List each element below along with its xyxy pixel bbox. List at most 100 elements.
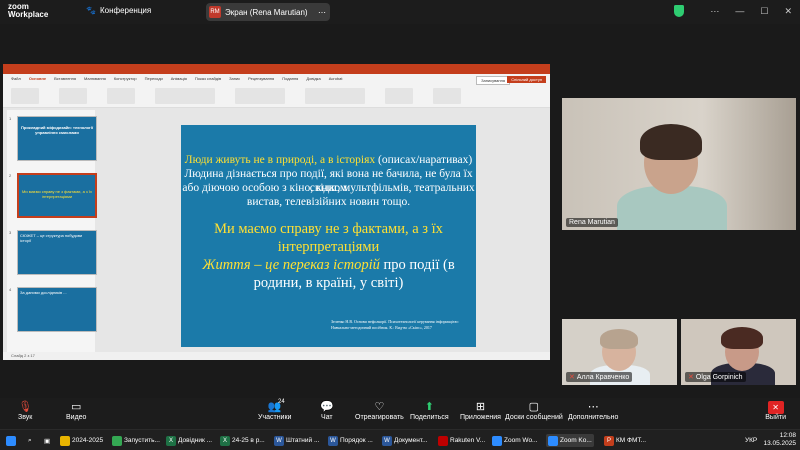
slide-thumbnail[interactable]: За даними дослідників ...	[17, 287, 97, 332]
ppt-record-button[interactable]: Записування	[476, 76, 510, 85]
ribbon-group[interactable]	[305, 88, 365, 104]
video-tile-olga[interactable]: ✕ Olga Gorpinich	[681, 319, 796, 385]
participants-label: Участники	[258, 414, 292, 421]
apps-button[interactable]: ⊞ Приложения	[460, 401, 501, 421]
ppt-tab[interactable]: Показ слайдів	[195, 76, 221, 81]
video-tile-alla[interactable]: ✕ Алла Кравченко	[562, 319, 677, 385]
taskbar-item[interactable]: Rakuten V...	[438, 434, 485, 447]
thumbnail-text: Прикладний міфодизайн: технології управл…	[21, 125, 93, 135]
slide-thumbnails-panel: 1 Прикладний міфодизайн: технології упра…	[7, 110, 97, 352]
taskbar-item[interactable]: 2024-2025	[60, 434, 103, 447]
start-button[interactable]	[6, 434, 16, 447]
slide-thumbnail-selected[interactable]: Ми маємо справу не з фактами, а з їх інт…	[17, 173, 97, 218]
chat-button[interactable]: 💬 Чат	[320, 401, 334, 421]
ppt-tab[interactable]: Конструктор	[114, 76, 137, 81]
more-icon[interactable]: ⋯	[318, 8, 326, 17]
search-button[interactable]: ⌕	[28, 434, 32, 447]
taskbar-item-label: Rakuten V...	[450, 437, 486, 444]
taskbar-item-label: Zoom Wo...	[504, 437, 538, 444]
mic-muted-icon: 🎙	[18, 401, 33, 413]
thumbnail-text: Ми маємо справу не з фактами, а з їх інт…	[22, 189, 92, 199]
search-icon: ⌕	[28, 436, 32, 444]
task-view-button[interactable]: ▣	[44, 434, 50, 447]
ppt-tab[interactable]: Acrobat	[329, 76, 343, 81]
thumbnail-number: 4	[9, 287, 12, 292]
taskbar-item-label: Документ...	[394, 437, 428, 444]
ppt-tab[interactable]: Подання	[282, 76, 298, 81]
excel-icon: X	[220, 435, 230, 446]
ppt-tab[interactable]: Анімація	[171, 76, 187, 81]
main-slide: Люди живуть не в природі, а в історіях (…	[181, 125, 476, 347]
video-tile-rena[interactable]: Rena Marutian	[562, 98, 796, 230]
ppt-tab[interactable]: Довідка	[306, 76, 320, 81]
minimize-icon[interactable]: —	[735, 6, 744, 17]
share-button[interactable]: ⬆ Поделиться	[410, 401, 449, 421]
ppt-tab[interactable]: Переходи	[145, 76, 163, 81]
zoom-logo: zoom Workplace	[8, 3, 48, 19]
slide-thumbnail[interactable]: СЮЖЕТ – це структура побудови історії	[17, 230, 97, 275]
participant-name-tag: ✕ Olga Gorpinich	[685, 372, 746, 382]
taskbar-item[interactable]: W Документ...	[382, 434, 428, 447]
ppt-tab[interactable]: Запис	[229, 76, 240, 81]
video-button[interactable]: ▭ Видео	[66, 401, 86, 421]
ribbon-group[interactable]	[385, 88, 413, 104]
taskbar-item[interactable]: Zoom Wo...	[492, 434, 537, 447]
slide-thumbnail[interactable]: Прикладний міфодизайн: технології управл…	[17, 116, 97, 161]
screen-share-indicator[interactable]: RM Экран (Rena Marutian) ⋯	[206, 3, 330, 21]
participant-name-tag: ✕ Алла Кравченко	[566, 372, 633, 382]
share-up-icon: ⬆	[424, 401, 434, 413]
clock-time: 12:08	[779, 432, 796, 439]
slide-heading-4: родини, в країні, у світі)	[253, 275, 404, 291]
react-button[interactable]: ♡ Отреагировать	[355, 401, 404, 421]
ppt-share-button[interactable]: Спільний доступ	[507, 76, 546, 83]
language-indicator[interactable]: УКР	[745, 437, 757, 444]
exit-button[interactable]: ✕ Выйти	[765, 401, 786, 421]
taskbar-item-active[interactable]: Zoom Ko...	[546, 434, 594, 447]
slide-heading-2: інтерпретаціями	[277, 239, 380, 255]
whiteboards-button[interactable]: ▢ Доски сообщений	[505, 401, 563, 421]
more-button[interactable]: ⋯ Дополнительно	[568, 401, 618, 421]
ribbon-group[interactable]	[235, 88, 285, 104]
participant-hair	[640, 124, 702, 160]
thumbnail-number: 2	[9, 173, 12, 178]
ribbon-group[interactable]	[433, 88, 461, 104]
mute-button[interactable]: 🎙 Звук	[18, 401, 32, 421]
taskbar-item[interactable]: Запустить...	[112, 434, 160, 447]
ribbon-group[interactable]	[107, 88, 135, 104]
paw-icon: 🐾	[86, 6, 96, 15]
exit-icon: ✕	[767, 401, 784, 414]
more-icon[interactable]: ⋯	[710, 6, 719, 17]
maximize-icon[interactable]: ☐	[760, 6, 768, 17]
apps-icon: ⊞	[475, 401, 486, 413]
participant-hair	[600, 329, 638, 349]
taskbar-item-label: Штатний ...	[286, 437, 320, 444]
taskbar-item[interactable]: W Порядок ...	[328, 434, 373, 447]
ribbon-group[interactable]	[59, 88, 87, 104]
taskbar-item-label: Довідник ...	[178, 437, 213, 444]
ribbon-group[interactable]	[155, 88, 215, 104]
ppt-tab[interactable]: Основне	[29, 76, 46, 81]
ppt-tab[interactable]: Файл	[11, 76, 21, 81]
video-label: Видео	[66, 414, 87, 421]
participant-hair	[721, 327, 763, 349]
whiteboards-label: Доски сообщений	[505, 414, 563, 421]
taskbar-item[interactable]: X 24-25 в р...	[220, 434, 265, 447]
ribbon-group[interactable]	[11, 88, 39, 104]
apps-label: Приложения	[460, 414, 501, 421]
ppt-tab[interactable]: Малювання	[84, 76, 106, 81]
share-label: Поделиться	[410, 414, 449, 421]
close-icon[interactable]: ✕	[784, 6, 792, 17]
ppt-tab[interactable]: Вставлення	[54, 76, 76, 81]
clock[interactable]: 12:08 13.05.2025	[763, 432, 796, 448]
slide-line-3: або діючою особою з кіно, книг, мультфіл…	[182, 182, 475, 194]
taskbar-item[interactable]: P КМ ФМТ...	[604, 434, 646, 447]
word-icon: W	[274, 435, 284, 446]
taskbar-item[interactable]: X Довідник ...	[166, 434, 212, 447]
participants-button[interactable]: 👥 24 Участники	[258, 399, 292, 421]
thumbnail-number: 3	[9, 230, 12, 235]
taskbar-item[interactable]: W Штатний ...	[274, 434, 319, 447]
ppt-tab[interactable]: Рецензування	[248, 76, 274, 81]
conference-menu[interactable]: 🐾 Конференция	[86, 6, 151, 15]
react-label: Отреагировать	[355, 414, 404, 421]
security-shield-icon[interactable]	[674, 5, 684, 17]
